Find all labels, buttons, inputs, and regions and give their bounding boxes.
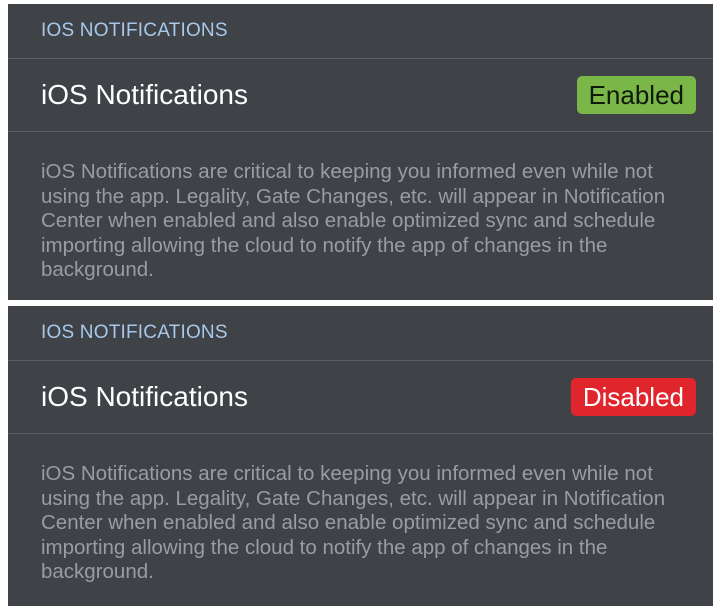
settings-panel-enabled: IOS NOTIFICATIONS iOS Notifications Enab… <box>8 4 713 300</box>
status-badge-enabled[interactable]: Enabled <box>576 76 696 114</box>
description-text: iOS Notifications are critical to keepin… <box>41 160 666 281</box>
ios-notifications-row[interactable]: iOS Notifications Enabled <box>8 59 713 132</box>
ios-notifications-row[interactable]: iOS Notifications Disabled <box>8 361 713 434</box>
description-text: iOS Notifications are critical to keepin… <box>41 462 666 583</box>
section-header: IOS NOTIFICATIONS <box>8 306 713 361</box>
settings-panel-disabled: IOS NOTIFICATIONS iOS Notifications Disa… <box>8 306 713 606</box>
row-title: iOS Notifications <box>41 381 248 412</box>
section-header: IOS NOTIFICATIONS <box>8 4 713 59</box>
row-title: iOS Notifications <box>41 79 248 110</box>
status-badge-disabled[interactable]: Disabled <box>570 378 696 416</box>
